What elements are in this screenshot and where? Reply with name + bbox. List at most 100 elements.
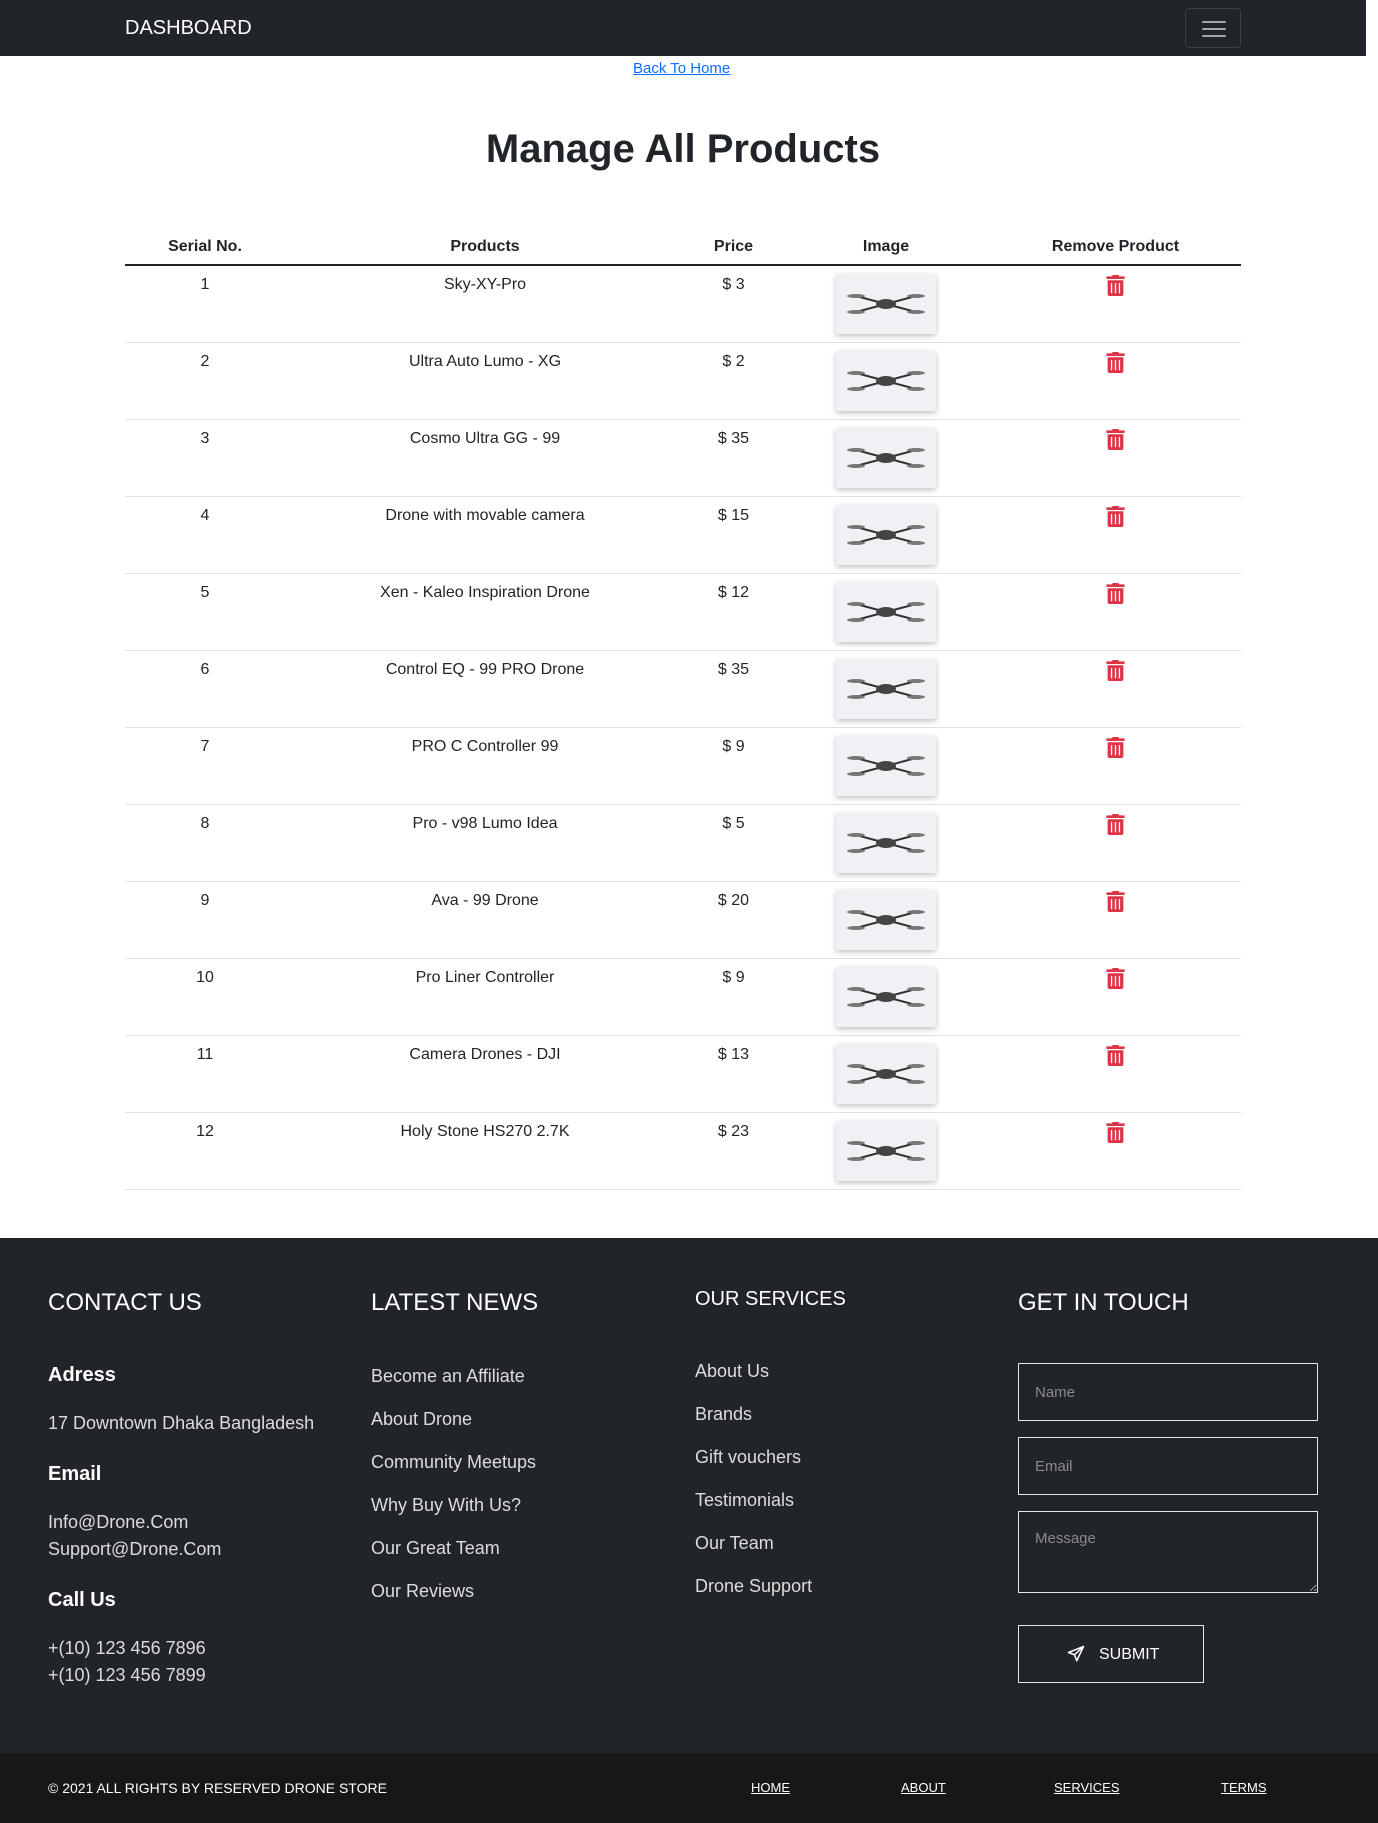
product-name-cell: Ava - 99 Drone xyxy=(285,881,685,959)
latest-news-heading: LATEST NEWS xyxy=(371,1289,539,1316)
image-cell xyxy=(782,1112,990,1190)
price-cell: $ 3 xyxy=(685,265,782,343)
trash-icon[interactable] xyxy=(1106,890,1125,917)
name-field[interactable] xyxy=(1018,1363,1318,1421)
brand-dashboard[interactable]: DASHBOARD xyxy=(125,17,252,40)
table-row: 8 Pro - v98 Lumo Idea $ 5 xyxy=(125,804,1241,882)
news-link-affiliate[interactable]: Become an Affiliate xyxy=(371,1366,525,1387)
product-name-cell: Camera Drones - DJI xyxy=(285,1035,685,1113)
product-name-cell: Drone with movable camera xyxy=(285,496,685,574)
bottom-link-home[interactable]: HOME xyxy=(751,1780,790,1795)
product-image xyxy=(836,1120,936,1181)
remove-cell xyxy=(990,342,1241,420)
header-remove-product: Remove Product xyxy=(990,230,1241,266)
news-link-about-drone[interactable]: About Drone xyxy=(371,1409,472,1430)
product-image xyxy=(836,812,936,873)
image-cell xyxy=(782,958,990,1036)
email-support: Support@Drone.Com xyxy=(48,1539,222,1559)
product-name-cell: Cosmo Ultra GG - 99 xyxy=(285,419,685,497)
remove-cell xyxy=(990,1112,1241,1190)
price-cell: $ 5 xyxy=(685,804,782,882)
image-cell xyxy=(782,727,990,805)
trash-icon[interactable] xyxy=(1106,967,1125,994)
service-link-drone-support[interactable]: Drone Support xyxy=(695,1576,812,1597)
remove-cell xyxy=(990,650,1241,728)
image-cell xyxy=(782,496,990,574)
trash-icon[interactable] xyxy=(1106,275,1125,301)
news-link-community[interactable]: Community Meetups xyxy=(371,1452,536,1473)
footer: CONTACT US Adress 17 Downtown Dhaka Bang… xyxy=(0,1238,1378,1753)
table-row: 11 Camera Drones - DJI $ 13 xyxy=(125,1035,1241,1113)
serial-cell: 1 xyxy=(125,265,285,343)
service-link-about-us[interactable]: About Us xyxy=(695,1361,769,1382)
header-price: Price xyxy=(685,230,782,266)
hamburger-icon xyxy=(1202,21,1226,23)
email-info: Info@Drone.Com xyxy=(48,1512,189,1532)
submit-label: SUBMIT xyxy=(1099,1646,1160,1663)
serial-cell: 2 xyxy=(125,342,285,420)
product-image xyxy=(836,581,936,642)
trash-icon[interactable] xyxy=(1106,582,1125,609)
header-serial: Serial No. xyxy=(125,230,285,266)
trash-icon[interactable] xyxy=(1106,1121,1125,1148)
service-link-brands[interactable]: Brands xyxy=(695,1404,752,1425)
email-field[interactable] xyxy=(1018,1437,1318,1495)
news-link-why-buy[interactable]: Why Buy With Us? xyxy=(371,1495,521,1516)
service-link-testimonials[interactable]: Testimonials xyxy=(695,1490,794,1511)
bottom-link-services[interactable]: SERVICES xyxy=(1054,1780,1120,1795)
table-row: 7 PRO C Controller 99 $ 9 xyxy=(125,727,1241,805)
table-row: 12 Holy Stone HS270 2.7K $ 23 xyxy=(125,1112,1241,1190)
email-label: Email xyxy=(48,1463,102,1485)
service-link-gift-vouchers[interactable]: Gift vouchers xyxy=(695,1447,801,1468)
serial-cell: 8 xyxy=(125,804,285,882)
trash-icon[interactable] xyxy=(1106,428,1125,455)
remove-cell xyxy=(990,958,1241,1036)
top-navbar: DASHBOARD xyxy=(0,0,1366,56)
message-field[interactable] xyxy=(1018,1511,1318,1593)
bottom-link-terms[interactable]: TERMS xyxy=(1221,1780,1267,1795)
serial-cell: 5 xyxy=(125,573,285,651)
remove-cell xyxy=(990,1035,1241,1113)
table-row: 5 Xen - Kaleo Inspiration Drone $ 12 xyxy=(125,573,1241,651)
image-cell xyxy=(782,573,990,651)
price-cell: $ 35 xyxy=(685,419,782,497)
bottom-link-about[interactable]: ABOUT xyxy=(901,1780,946,1795)
product-image xyxy=(836,966,936,1027)
table-row: 4 Drone with movable camera $ 15 xyxy=(125,496,1241,574)
price-cell: $ 9 xyxy=(685,958,782,1036)
trash-icon[interactable] xyxy=(1106,505,1125,532)
news-link-team[interactable]: Our Great Team xyxy=(371,1538,500,1559)
price-cell: $ 15 xyxy=(685,496,782,574)
table-row: 3 Cosmo Ultra GG - 99 $ 35 xyxy=(125,419,1241,497)
table-row: 6 Control EQ - 99 PRO Drone $ 35 xyxy=(125,650,1241,728)
trash-icon[interactable] xyxy=(1106,736,1125,763)
table-row: 9 Ava - 99 Drone $ 20 xyxy=(125,881,1241,959)
remove-cell xyxy=(990,419,1241,497)
trash-icon[interactable] xyxy=(1106,1044,1125,1071)
product-image xyxy=(836,274,936,334)
serial-cell: 12 xyxy=(125,1112,285,1190)
trash-icon[interactable] xyxy=(1106,813,1125,840)
price-cell: $ 23 xyxy=(685,1112,782,1190)
serial-cell: 9 xyxy=(125,881,285,959)
table-row: 10 Pro Liner Controller $ 9 xyxy=(125,958,1241,1036)
get-in-touch-heading: GET IN TOUCH xyxy=(1018,1289,1189,1316)
header-image: Image xyxy=(782,230,990,266)
news-link-reviews[interactable]: Our Reviews xyxy=(371,1581,474,1602)
price-cell: $ 9 xyxy=(685,727,782,805)
menu-toggle-button[interactable] xyxy=(1185,8,1241,48)
image-cell xyxy=(782,1035,990,1113)
copyright-text: © 2021 ALL RIGHTS BY RESERVED DRONE STOR… xyxy=(48,1780,387,1796)
products-table: Serial No. Products Price Image Remove P… xyxy=(125,230,1241,1190)
our-services-heading: OUR SERVICES xyxy=(695,1288,846,1310)
back-to-home-link[interactable]: Back To Home xyxy=(633,60,730,77)
submit-button[interactable]: SUBMIT xyxy=(1018,1625,1204,1683)
image-cell xyxy=(782,419,990,497)
service-link-our-team[interactable]: Our Team xyxy=(695,1533,774,1554)
trash-icon[interactable] xyxy=(1106,351,1125,378)
image-cell xyxy=(782,650,990,728)
phone-2: +(10) 123 456 7899 xyxy=(48,1665,206,1685)
trash-icon[interactable] xyxy=(1106,659,1125,686)
price-cell: $ 35 xyxy=(685,650,782,728)
image-cell xyxy=(782,265,990,343)
